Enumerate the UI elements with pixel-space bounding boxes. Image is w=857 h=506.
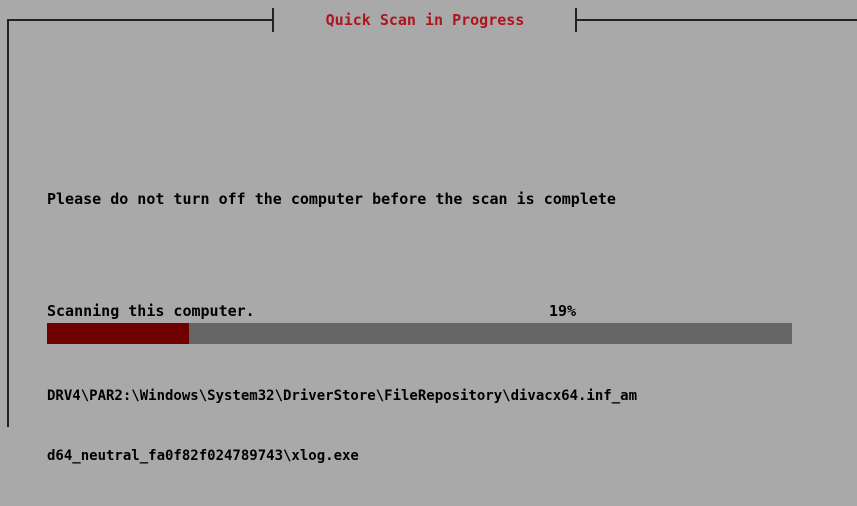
top-border-right <box>576 19 857 21</box>
title-left-bracket <box>272 8 274 32</box>
left-border <box>7 20 9 427</box>
window-title: Quick Scan in Progress <box>325 11 525 29</box>
top-border-left <box>7 19 273 21</box>
scan-progress-fill <box>47 323 189 344</box>
current-file-path-line-1: DRV4\PAR2:\Windows\System32\DriverStore\… <box>47 388 638 404</box>
title-right-bracket <box>575 8 577 32</box>
scan-progress-bar <box>47 323 792 344</box>
current-file-path-line-2: d64_neutral_fa0f82f024789743\xlog.exe <box>47 448 359 464</box>
scan-screen: Quick Scan in Progress Please do not tur… <box>0 0 857 464</box>
warning-message: Please do not turn off the computer befo… <box>47 190 616 208</box>
scan-percent: 19% <box>549 302 577 320</box>
scan-status-text: Scanning this computer. <box>47 302 255 320</box>
current-file-path: DRV4\PAR2:\Windows\System32\DriverStore\… <box>47 346 831 506</box>
